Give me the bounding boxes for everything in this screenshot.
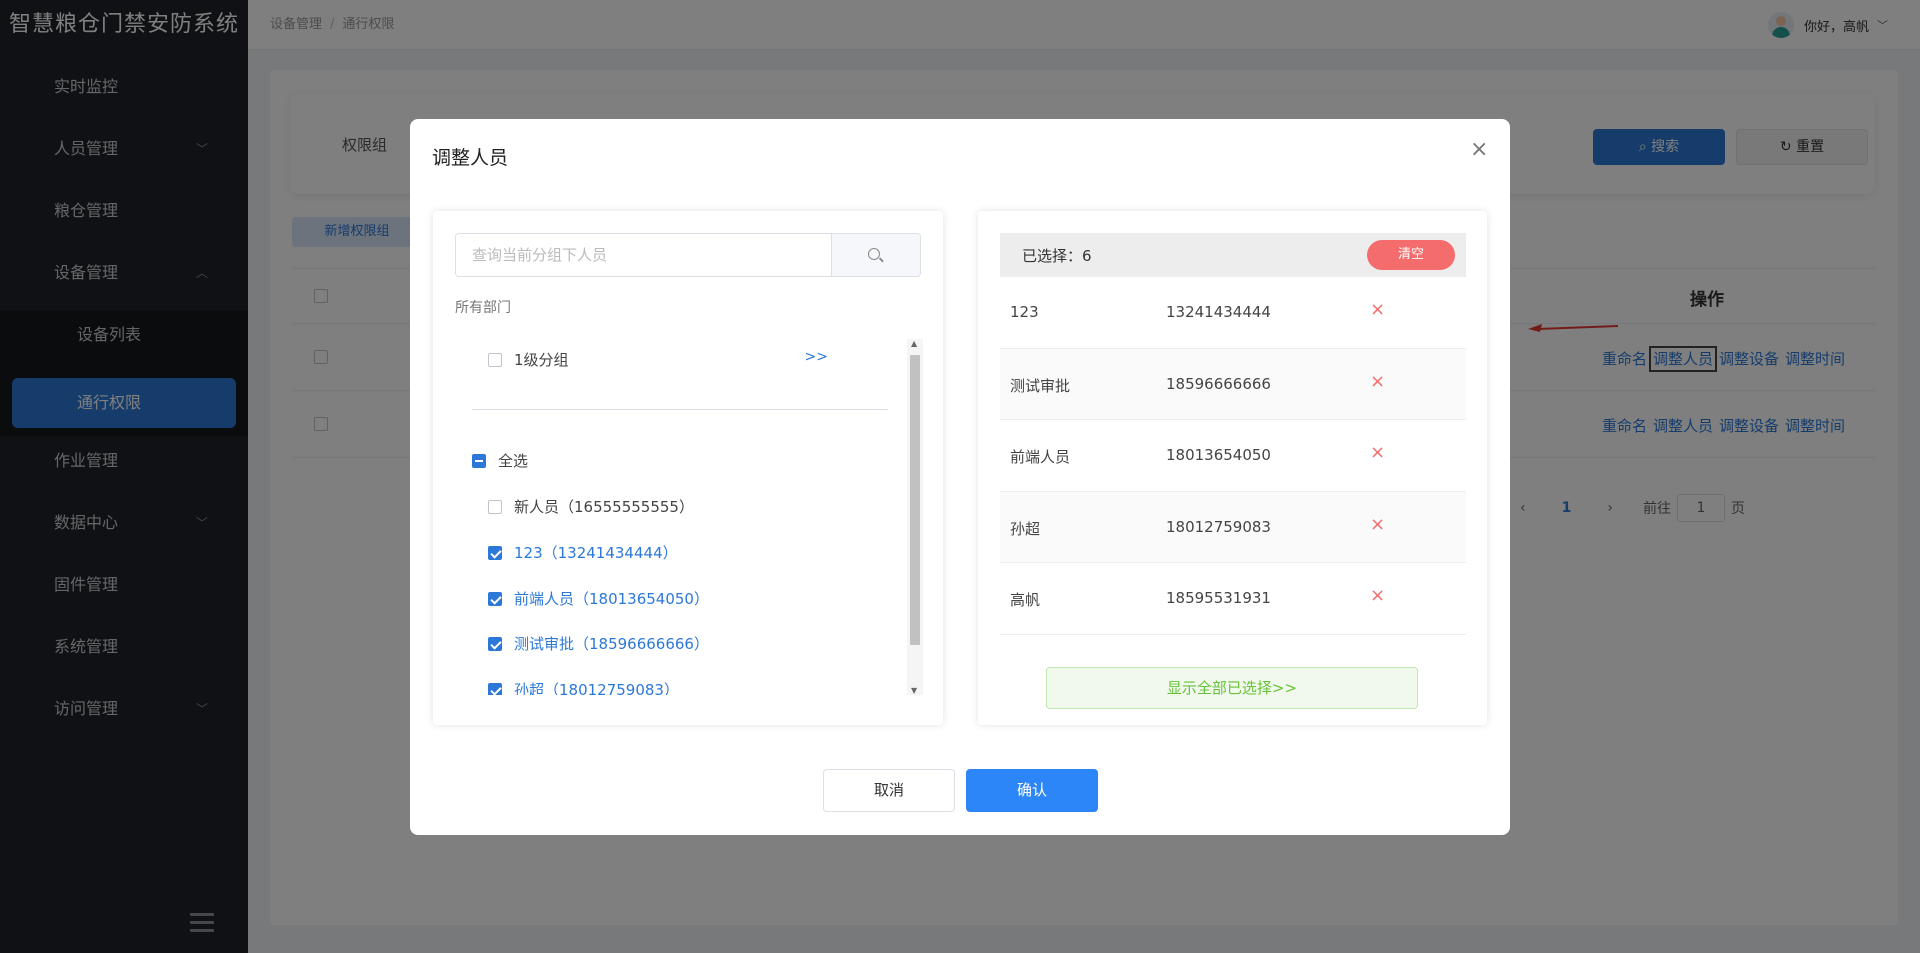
select-all-checkbox[interactable] [472,454,486,468]
selected-header: 已选择：6 清空 [1000,233,1466,277]
expand-group-link[interactable]: >> [805,349,828,365]
tree-scrollbar[interactable]: ▲ ▼ [907,339,923,695]
personnel-search [455,233,921,277]
scroll-up-icon[interactable]: ▲ [911,339,917,348]
person-label: 新人员（16555555555） [514,498,694,516]
selected-name: 测试审批 [1010,376,1071,395]
scroll-down-icon[interactable]: ▼ [911,686,917,695]
selected-personnel-panel: 已选择：6 清空 123 13241434444 × 测试审批 18596666… [978,211,1487,725]
group-checkbox[interactable] [488,353,502,367]
person-item[interactable]: 前端人员（18013654050） [488,588,709,609]
search-icon [868,248,880,260]
close-icon[interactable]: × [1470,139,1488,161]
personnel-search-input[interactable] [456,234,832,276]
person-item[interactable]: 123（13241434444） [488,542,678,563]
person-checkbox[interactable] [488,500,502,514]
remove-icon[interactable]: × [1370,585,1385,606]
selected-name: 前端人员 [1010,448,1071,466]
selected-row: 测试审批 18596666666 × [1000,348,1466,420]
department-label: 所有部门 [455,300,511,316]
selected-name: 孙超 [1010,519,1041,538]
confirm-button[interactable]: 确认 [966,769,1098,812]
remove-icon[interactable]: × [1370,442,1385,463]
selected-row: 前端人员 18013654050 × [1000,420,1466,492]
cancel-button[interactable]: 取消 [823,769,955,812]
remove-icon[interactable]: × [1370,299,1385,320]
person-label: 123（13241434444） [514,544,678,562]
selected-row: 123 13241434444 × [1000,277,1466,349]
remove-icon[interactable]: × [1370,514,1385,535]
divider [472,409,888,410]
selected-list: 123 13241434444 × 测试审批 18596666666 × 前端人… [1000,277,1466,635]
person-item[interactable]: 测试审批（18596666666） [488,633,709,654]
select-all-item[interactable]: 全选 [472,450,528,471]
selected-row: 孙超 18012759083 × [1000,491,1466,563]
person-checkbox[interactable] [488,592,502,606]
selected-name: 123 [1010,303,1039,321]
person-label: 前端人员（18013654050） [514,590,709,608]
selected-phone: 13241434444 [1166,303,1271,321]
remove-icon[interactable]: × [1370,371,1385,392]
selected-phone: 18012759083 [1166,517,1271,536]
group-item[interactable]: 1级分组 >> [488,349,868,375]
group-label: 1级分组 [514,351,569,369]
personnel-search-button[interactable] [831,234,920,276]
selected-phone: 18595531931 [1166,589,1271,607]
person-label: 孙超（18012759083） [514,681,679,695]
selected-row: 高帆 18595531931 × [1000,563,1466,635]
person-item[interactable]: 孙超（18012759083） [488,679,679,695]
scrollbar-thumb[interactable] [910,355,920,645]
selected-phone: 18596666666 [1166,374,1271,393]
selected-phone: 18013654050 [1166,446,1271,464]
dialog-title: 调整人员 [432,147,509,169]
person-checkbox[interactable] [488,546,502,560]
person-label: 测试审批（18596666666） [514,635,709,653]
available-personnel-panel: 所有部门 1级分组 >> 全选 新人员（16555555555） 123（132… [433,211,943,725]
person-checkbox[interactable] [488,683,502,695]
selected-name: 高帆 [1010,591,1041,609]
clear-button[interactable]: 清空 [1367,240,1455,270]
show-all-selected-button[interactable]: 显示全部已选择>> [1046,667,1418,709]
personnel-tree: 1级分组 >> 全选 新人员（16555555555） 123（13241434… [455,339,905,695]
person-item[interactable]: 新人员（16555555555） [488,496,694,517]
selected-count: 已选择：6 [1022,247,1092,265]
adjust-personnel-dialog: 调整人员 × 所有部门 1级分组 >> 全选 新人员（16555555555） … [410,119,1510,835]
select-all-label: 全选 [498,452,529,470]
person-checkbox[interactable] [488,637,502,651]
